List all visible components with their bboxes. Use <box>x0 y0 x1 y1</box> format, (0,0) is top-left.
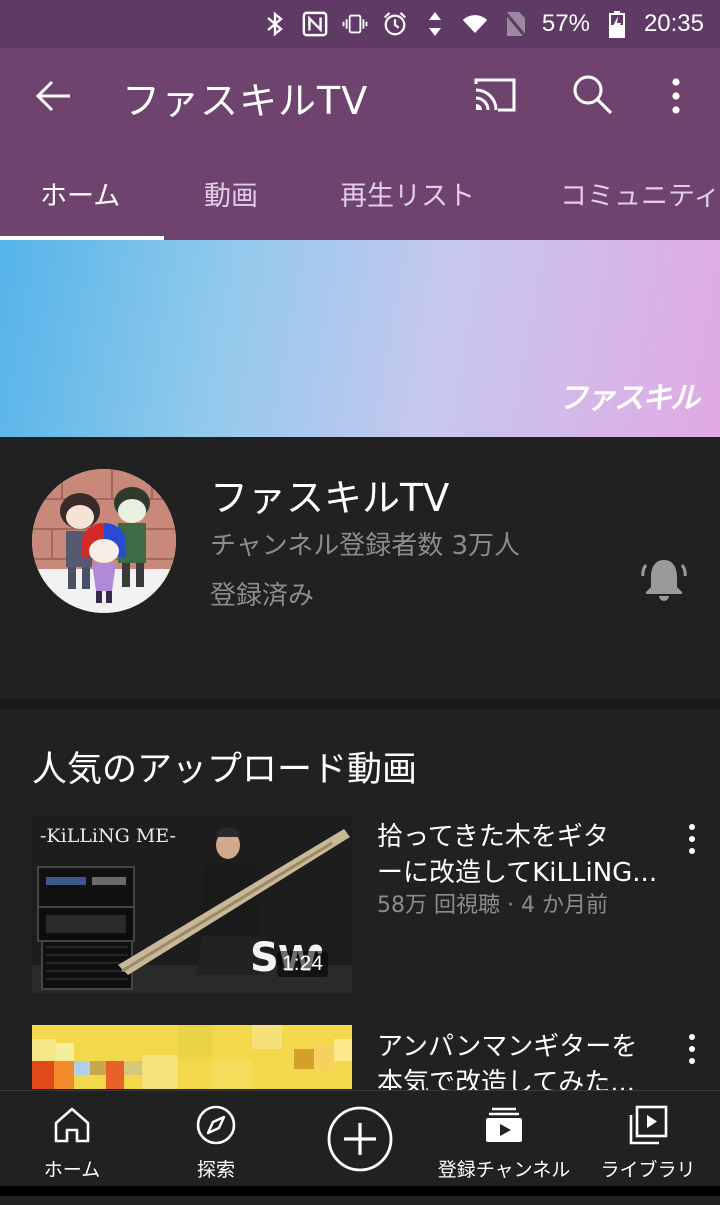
banner-logo: ファスキル <box>558 381 700 416</box>
subscriptions-icon <box>482 1103 526 1147</box>
more-vert-icon[interactable] <box>680 821 704 857</box>
vibrate-icon <box>342 11 368 37</box>
nav-label: 登録チャンネル <box>437 1159 571 1181</box>
video-title-line: アンパンマンギターを <box>377 1032 638 1062</box>
add-icon <box>326 1105 394 1173</box>
divider <box>0 699 720 709</box>
wifi-icon <box>462 11 488 37</box>
home-icon <box>50 1103 94 1147</box>
nav-home[interactable]: ホーム <box>30 1091 114 1187</box>
video-thumbnail[interactable] <box>32 1025 352 1089</box>
tab-community[interactable]: コミュニティ <box>560 174 720 213</box>
thumbnail-caption: -KiLLiNG ME- <box>40 825 176 847</box>
channel-avatar[interactable] <box>32 469 176 613</box>
explore-icon <box>194 1103 238 1147</box>
system-nav-strip <box>0 1186 720 1196</box>
battery-icon <box>604 11 630 38</box>
notification-bell-icon[interactable] <box>640 555 688 603</box>
video-item[interactable]: S Ⱳ -KiLLiNG ME- 1:24 拾ってきた木をギタ ーに改造してKi… <box>0 815 720 995</box>
channel-banner: ファスキル <box>0 240 720 437</box>
video-title-line: ーに改造してKiLLiNG... <box>377 858 658 888</box>
library-icon <box>626 1103 670 1147</box>
nav-library[interactable]: ライブラリ <box>596 1091 700 1187</box>
video-title-line: 拾ってきた木をギタ <box>377 822 609 852</box>
video-duration: 1:24 <box>277 951 328 977</box>
nav-create[interactable] <box>324 1091 396 1187</box>
subscribed-button[interactable]: 登録済み <box>210 575 314 612</box>
clock: 20:35 <box>643 10 704 37</box>
data-arrows-icon <box>422 11 448 37</box>
nfc-icon <box>302 11 328 37</box>
app-bar: ファスキルTV <box>0 48 720 144</box>
video-title[interactable]: 拾ってきた木をギタ ーに改造してKiLLiNG... <box>377 819 667 891</box>
alarm-icon <box>382 11 408 37</box>
back-arrow-icon[interactable] <box>34 76 74 116</box>
nav-label: ライブラリ <box>600 1159 696 1181</box>
battery-percent: 57% <box>541 10 590 37</box>
tab-home[interactable]: ホーム <box>40 174 120 213</box>
channel-tabs: ホーム 動画 再生リスト コミュニティ <box>0 144 720 240</box>
search-icon[interactable] <box>570 72 614 116</box>
nav-label: ホーム <box>43 1159 101 1181</box>
cast-icon[interactable] <box>472 74 518 116</box>
video-meta: 58万 回視聴 · 4 か月前 <box>377 893 608 918</box>
tab-playlists[interactable]: 再生リスト <box>340 174 475 213</box>
subscriber-count: チャンネル登録者数 3万人 <box>210 531 521 561</box>
page-title: ファスキルTV <box>122 79 369 123</box>
bluetooth-icon <box>262 11 288 37</box>
popular-uploads-section: 人気のアップロード動画 S -KiLLiNG ME- 1:24 拾ってきた木をギ… <box>0 709 720 1109</box>
section-title: 人気のアップロード動画 <box>32 750 418 790</box>
svg-text:S: S <box>250 935 279 981</box>
nav-subscriptions[interactable]: 登録チャンネル <box>430 1091 578 1187</box>
nav-explore[interactable]: 探索 <box>174 1091 258 1187</box>
video-thumbnail[interactable]: S Ⱳ -KiLLiNG ME- 1:24 <box>32 815 352 993</box>
channel-header: ファスキルTV チャンネル登録者数 3万人 登録済み <box>0 437 720 699</box>
more-vert-icon[interactable] <box>680 1031 704 1067</box>
bottom-navigation: ホーム 探索 登録チャンネル ライブラリ <box>0 1090 720 1186</box>
no-sim-icon <box>502 11 528 37</box>
nav-label: 探索 <box>196 1159 235 1181</box>
channel-name: ファスキルTV <box>210 476 450 520</box>
tab-videos[interactable]: 動画 <box>204 174 258 213</box>
status-bar: 57% 20:35 <box>0 0 720 48</box>
more-vert-icon[interactable] <box>662 74 690 118</box>
